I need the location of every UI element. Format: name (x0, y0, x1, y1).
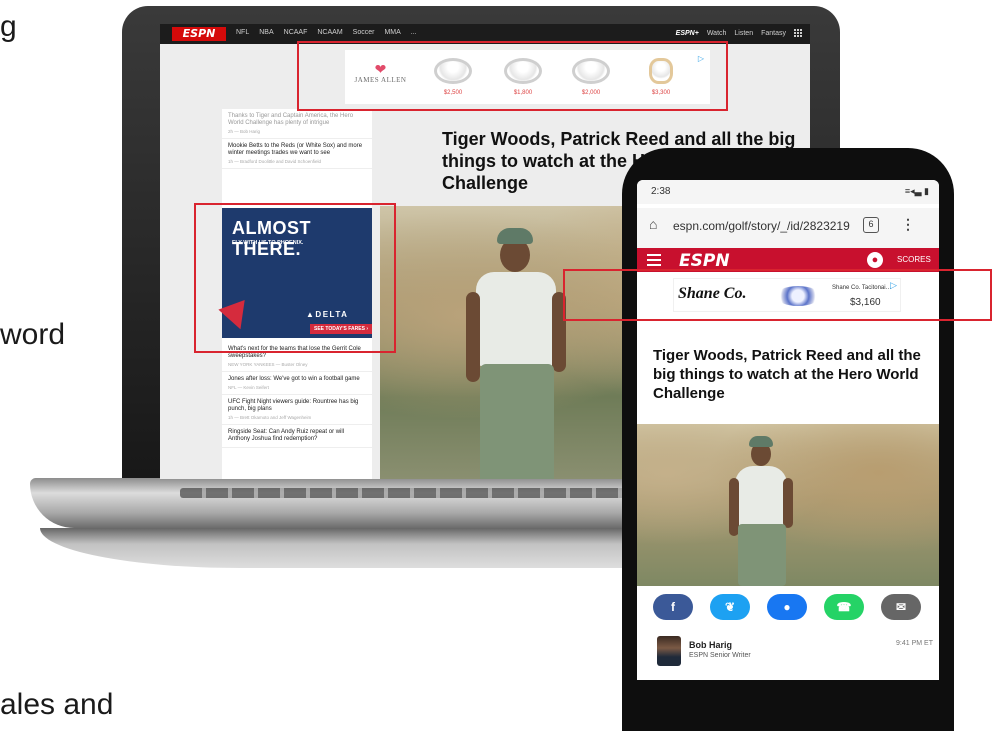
author-name[interactable]: Bob Harig (689, 640, 732, 650)
golfer-arm (783, 478, 793, 528)
nav-link-ncaaf[interactable]: NCAAF (284, 29, 308, 36)
golfer-cap (497, 228, 533, 244)
sidebar-stories-more: What's next for the teams that lose the … (222, 342, 372, 448)
nav-links: NFL NBA NCAAF NCAAM Soccer MMA ... (236, 29, 417, 36)
espn-logo[interactable]: ESPN (679, 251, 730, 271)
nav-link-nba[interactable]: NBA (259, 29, 273, 36)
ad-highlight-box (194, 203, 396, 353)
ad-highlight-box (563, 269, 992, 321)
nav-link-mma[interactable]: MMA (384, 29, 400, 36)
golfer-pants (738, 524, 786, 586)
phone-screen: 2:38 ≡◂▃ ▮ ⌂ espn.com/golf/story/_/id/28… (637, 180, 939, 680)
status-time: 2:38 (651, 186, 671, 197)
golfer-pants (480, 364, 554, 479)
list-item[interactable]: Mookie Betts to the Reds (or White Sox) … (222, 139, 372, 169)
list-item[interactable]: Jones after loss: We've got to win a foo… (222, 372, 372, 395)
home-icon[interactable]: ⌂ (649, 216, 657, 232)
listen-link[interactable]: Listen (734, 30, 753, 37)
nav-link-more[interactable]: ... (411, 29, 417, 36)
browser-url-bar: ⌂ espn.com/golf/story/_/id/2823219 6 ⋮ (637, 208, 939, 248)
author-role: ESPN Senior Writer (689, 652, 751, 659)
list-item[interactable]: UFC Fight Night viewers guide: Rountree … (222, 395, 372, 425)
ad-highlight-box (297, 41, 728, 111)
whatsapp-share-icon[interactable]: ☎ (824, 594, 864, 620)
author-byline[interactable]: Bob Harig ESPN Senior Writer 9:41 PM ET (653, 636, 933, 672)
status-indicators: ≡◂▃ ▮ (904, 186, 929, 196)
avatar (657, 636, 681, 666)
facebook-share-icon[interactable]: f (653, 594, 693, 620)
publish-time: 9:41 PM ET (896, 640, 933, 647)
nav-link-nfl[interactable]: NFL (236, 29, 249, 36)
golfer-shirt (735, 466, 787, 526)
more-menu-icon[interactable]: ⋮ (901, 216, 915, 233)
email-share-icon[interactable]: ✉ (881, 594, 921, 620)
article-headline[interactable]: Tiger Woods, Patrick Reed and all the bi… (653, 346, 933, 403)
apps-grid-icon[interactable] (794, 29, 802, 37)
watch-link[interactable]: Watch (707, 30, 727, 37)
tab-switcher-icon[interactable]: 6 (863, 217, 879, 233)
share-buttons: f ❦ ● ☎ ✉ (653, 594, 921, 620)
user-account-icon[interactable]: ● (867, 252, 883, 268)
hamburger-menu-icon[interactable] (647, 254, 661, 266)
golfer-arm (466, 292, 480, 382)
golfer-cap (749, 436, 773, 447)
nav-link-soccer[interactable]: Soccer (353, 29, 375, 36)
list-item[interactable]: Thanks to Tiger and Captain America, the… (222, 109, 372, 139)
scores-link[interactable]: SCORES (897, 255, 931, 264)
slide-text-fragment: g (0, 10, 17, 43)
url-field[interactable]: espn.com/golf/story/_/id/2823219 (673, 219, 853, 233)
twitter-share-icon[interactable]: ❦ (710, 594, 750, 620)
list-item[interactable]: Ringside Seat: Can Andy Ruiz repeat or w… (222, 425, 372, 448)
golfer-shirt (476, 272, 556, 366)
espn-logo[interactable]: ESPN (172, 27, 226, 41)
article-hero-photo[interactable] (637, 424, 939, 586)
nav-right: ESPN+ Watch Listen Fantasy (676, 29, 802, 37)
status-bar: 2:38 ≡◂▃ ▮ (637, 180, 939, 204)
slide-text-fragment: ales and (0, 688, 114, 721)
slide-text-fragment: word (0, 318, 66, 351)
espn-plus-link[interactable]: ESPN+ (676, 30, 699, 37)
messenger-share-icon[interactable]: ● (767, 594, 807, 620)
fantasy-link[interactable]: Fantasy (761, 30, 786, 37)
nav-link-ncaam[interactable]: NCAAM (317, 29, 342, 36)
